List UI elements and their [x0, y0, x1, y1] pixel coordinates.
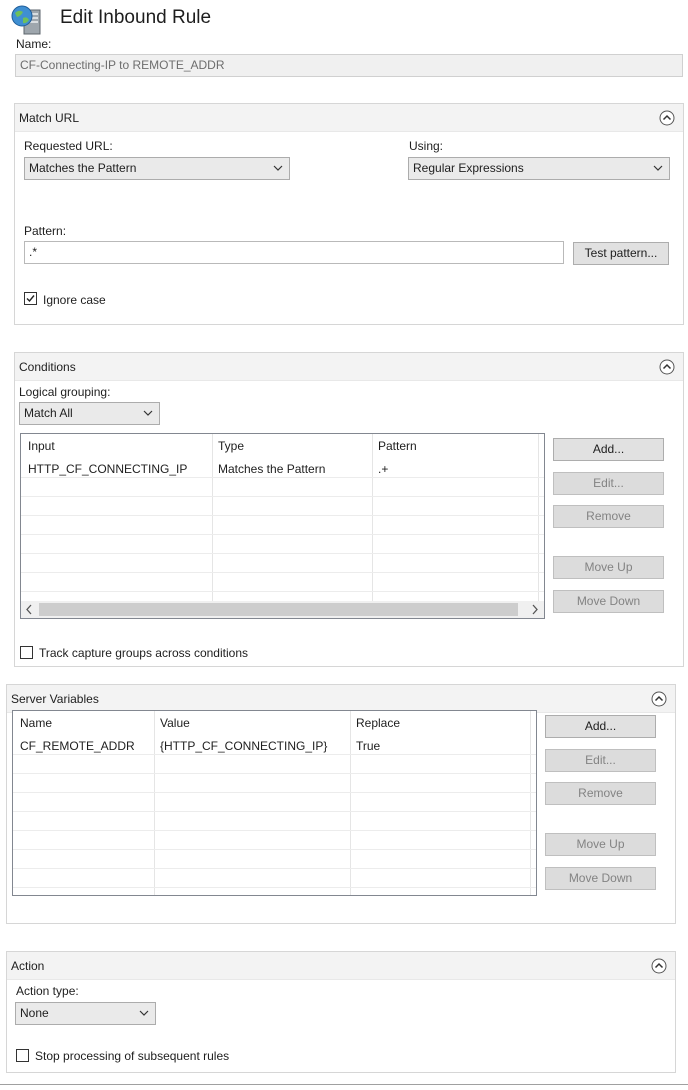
column-header-replace[interactable]: Replace [356, 716, 400, 730]
stop-processing-checkbox[interactable] [16, 1049, 29, 1062]
cell-value: {HTTP_CF_CONNECTING_IP} [160, 739, 328, 753]
track-capture-checkbox[interactable] [20, 646, 33, 659]
collapse-icon[interactable] [659, 110, 675, 126]
column-header-pattern[interactable]: Pattern [378, 439, 417, 453]
conditions-move-down-button[interactable]: Move Down [553, 590, 664, 613]
server-variables-remove-button[interactable]: Remove [545, 782, 656, 805]
ignore-case-label: Ignore case [43, 293, 106, 307]
row-divider [13, 887, 536, 888]
ignore-case-checkbox[interactable] [24, 292, 37, 305]
row-divider [21, 572, 544, 573]
match-url-title: Match URL [19, 111, 80, 125]
using-value: Regular Expressions [413, 161, 524, 175]
server-variables-add-button[interactable]: Add... [545, 715, 656, 738]
chevron-down-icon [273, 161, 283, 175]
logical-grouping-value: Match All [24, 406, 73, 420]
track-capture-label: Track capture groups across conditions [39, 646, 248, 660]
test-pattern-button[interactable]: Test pattern... [573, 242, 669, 265]
action-type-label: Action type: [16, 984, 79, 998]
scroll-right-icon[interactable] [530, 603, 540, 618]
column-divider [372, 434, 373, 601]
conditions-header: Conditions [15, 353, 683, 381]
action-title: Action [11, 959, 45, 973]
conditions-grid[interactable]: Input Type Pattern HTTP_CF_CONNECTING_IP… [20, 433, 545, 619]
requested-url-value: Matches the Pattern [29, 161, 137, 175]
row-divider [13, 849, 536, 850]
row-divider [21, 553, 544, 554]
name-label: Name: [16, 37, 52, 51]
server-variables-title: Server Variables [11, 692, 99, 706]
server-variables-move-up-button[interactable]: Move Up [545, 833, 656, 856]
stop-processing-label: Stop processing of subsequent rules [35, 1049, 230, 1063]
row-divider [21, 534, 544, 535]
cell-type: Matches the Pattern [218, 462, 326, 476]
pattern-input[interactable]: .* [24, 241, 564, 264]
row-divider [21, 496, 544, 497]
action-header: Action [7, 952, 675, 980]
row-divider [13, 868, 536, 869]
server-variables-move-down-button[interactable]: Move Down [545, 867, 656, 890]
scroll-thumb[interactable] [39, 603, 518, 616]
row-divider [13, 773, 536, 774]
requested-url-label: Requested URL: [24, 139, 113, 153]
page-icon [10, 4, 44, 36]
column-divider [212, 434, 213, 601]
horizontal-scrollbar[interactable] [21, 601, 544, 618]
cell-replace: True [356, 739, 381, 753]
row-divider [21, 591, 544, 592]
action-type-value: None [20, 1006, 49, 1020]
server-variables-edit-button[interactable]: Edit... [545, 749, 656, 772]
row-divider [13, 754, 536, 755]
row-divider [13, 811, 536, 812]
requested-url-dropdown[interactable]: Matches the Pattern [24, 157, 290, 180]
cell-pattern: .+ [378, 462, 389, 476]
scroll-left-icon[interactable] [24, 603, 34, 618]
collapse-icon[interactable] [651, 958, 667, 974]
using-dropdown[interactable]: Regular Expressions [408, 157, 670, 180]
action-type-dropdown[interactable]: None [15, 1002, 156, 1025]
collapse-icon[interactable] [659, 359, 675, 375]
column-header-type[interactable]: Type [218, 439, 244, 453]
conditions-add-button[interactable]: Add... [553, 438, 664, 461]
pattern-label: Pattern: [24, 224, 67, 238]
conditions-move-up-button[interactable]: Move Up [553, 556, 664, 579]
server-variables-header: Server Variables [7, 685, 675, 713]
logical-grouping-label: Logical grouping: [19, 385, 111, 399]
bottom-divider [0, 1084, 688, 1085]
conditions-remove-button[interactable]: Remove [553, 505, 664, 528]
row-divider [21, 515, 544, 516]
chevron-down-icon [653, 161, 663, 175]
using-label: Using: [409, 139, 444, 153]
column-header-input[interactable]: Input [28, 439, 55, 453]
column-divider [538, 434, 539, 601]
match-url-header: Match URL [15, 104, 683, 132]
globe-server-icon [11, 5, 41, 35]
row-divider [13, 792, 536, 793]
name-field[interactable]: CF-Connecting-IP to REMOTE_ADDR [15, 54, 683, 77]
match-url-panel: Match URL [14, 103, 684, 325]
conditions-edit-button[interactable]: Edit... [553, 472, 664, 495]
logical-grouping-dropdown[interactable]: Match All [19, 402, 160, 425]
page-title: Edit Inbound Rule [60, 7, 212, 28]
collapse-icon[interactable] [651, 691, 667, 707]
chevron-down-icon [139, 1006, 149, 1020]
conditions-title: Conditions [19, 360, 76, 374]
conditions-grid-header: Input Type Pattern [21, 434, 544, 458]
column-header-value[interactable]: Value [160, 716, 190, 730]
row-divider [13, 830, 536, 831]
server-variables-grid[interactable]: Name Value Replace CF_REMOTE_ADDR {HTTP_… [12, 710, 537, 896]
chevron-down-icon [143, 406, 153, 420]
column-header-name[interactable]: Name [20, 716, 52, 730]
row-divider [21, 477, 544, 478]
cell-input: HTTP_CF_CONNECTING_IP [28, 462, 188, 476]
checkmark-icon [26, 295, 35, 303]
server-variables-grid-header: Name Value Replace [13, 711, 536, 735]
cell-name: CF_REMOTE_ADDR [20, 739, 135, 753]
